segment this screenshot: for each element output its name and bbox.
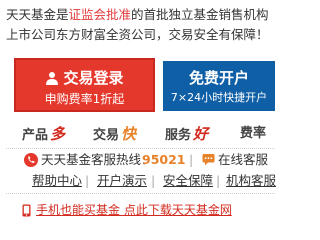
user-icon [46, 72, 59, 85]
tag-trade: 交易快 [93, 125, 137, 143]
separator: | [151, 173, 156, 188]
open-account-subtitle: 7×24小时快捷开户 [170, 91, 268, 104]
hotline-row: 天天基金客服热线： 95021 | 在线客服 [0, 150, 275, 170]
hotline-number: 95021 [142, 152, 186, 167]
divider [6, 148, 275, 149]
security-link[interactable]: 安全保障 [163, 171, 213, 191]
help-center-link[interactable]: 帮助中心 [32, 171, 82, 191]
online-service-link[interactable]: 在线客服 [218, 150, 268, 170]
open-account-title: 免费开户 [188, 69, 249, 87]
mobile-promo: 手机也能买基金 点此下载天天基金网 [0, 201, 275, 219]
mobile-download-link[interactable]: 手机也能买基金 点此下载天天基金网 [36, 201, 232, 219]
feature-tags: 产品多 交易快 服务好 费率 [0, 122, 275, 146]
institution-service-link[interactable]: 机构客服 [226, 171, 276, 191]
security-notice: 天天基金是证监会批准的首批独立基金销售机构 上市公司东方财富全资公司，交易安全有… [0, 0, 275, 50]
chat-icon [202, 154, 215, 166]
tag-fee: 费率 [240, 126, 267, 141]
notice-line-2: 上市公司东方财富全资公司，交易安全有保障！ [6, 27, 269, 42]
notice-highlight: 证监会批准 [68, 7, 132, 22]
open-account-button[interactable]: 免费开户 7×24小时快捷开户 [163, 61, 275, 111]
hotline-label: 天天基金客服热线： [41, 152, 154, 167]
login-subtitle: 申购费率1折起 [44, 92, 125, 106]
tag-service: 服务好 [165, 125, 209, 143]
trade-login-button[interactable]: 交易登录 申购费率1折起 [14, 58, 155, 112]
notice-line-1: 天天基金是证监会批准的首批独立基金销售机构 [6, 7, 269, 22]
login-title: 交易登录 [16, 69, 153, 87]
separator: | [216, 173, 221, 188]
tag-product: 产品多 [22, 125, 66, 143]
phone-icon [24, 153, 38, 167]
separator: | [189, 152, 194, 167]
divider [6, 193, 275, 194]
help-links: 帮助中心 | 开户演示 | 安全保障 | 机构客服 [0, 171, 276, 191]
mobile-phone-icon [22, 204, 31, 217]
account-demo-link[interactable]: 开户演示 [97, 171, 147, 191]
separator: | [85, 173, 90, 188]
